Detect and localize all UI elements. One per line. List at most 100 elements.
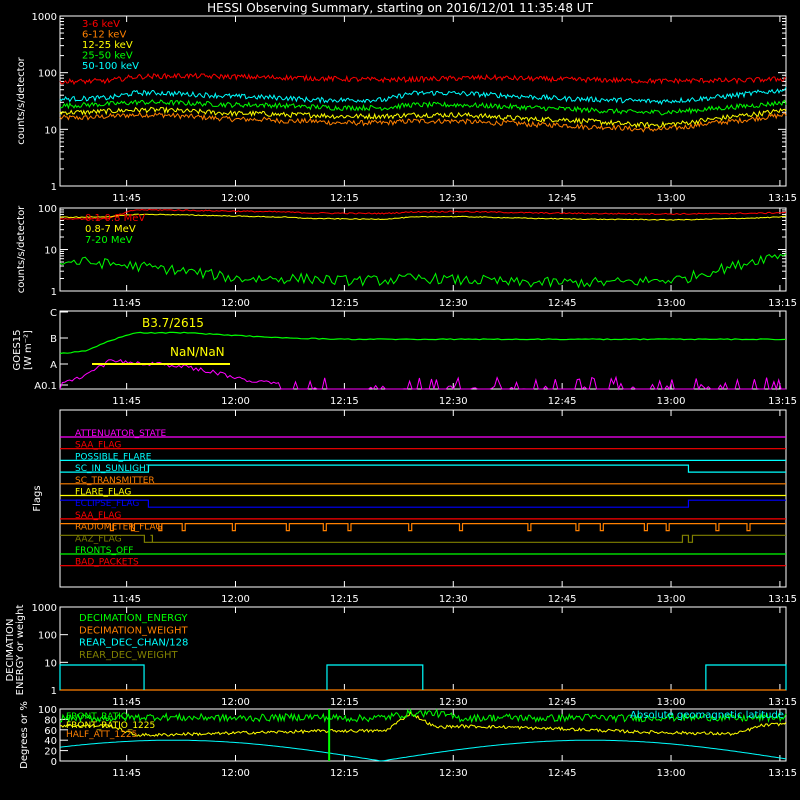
y-tick-label: 10 [44,246,57,257]
y-tick-label: 1 [51,287,57,298]
flag-label: FLARE_FLAG [75,488,131,498]
y-axis-label: counts/s/detector [16,205,27,293]
y-tick-label: 60 [44,726,57,737]
x-tick-label: 11:45 [112,697,141,708]
x-tick-label: 13:15 [768,768,797,779]
legend-entry: 7-20 MeV [85,235,133,246]
flag-label: ECLIPSE_FLAG [75,499,139,509]
x-tick-label: 11:45 [112,768,141,779]
y-tick-label: 20 [44,747,57,758]
x-tick-label: 12:30 [439,768,468,779]
flag-label: FRONTS_OFF [75,546,133,556]
x-tick-label: 12:15 [330,396,359,407]
x-tick-label: 12:30 [439,298,468,309]
y-tick-label: 100 [38,69,57,80]
flag-label: BAD_PACKETS [75,558,139,568]
legend-entry: 25-50 keV [82,51,133,62]
y-tick-label: 10 [44,125,57,136]
y-tick-label: B [50,334,57,345]
flag-label: ATTENUATOR_STATE [75,429,167,439]
x-tick-label: 12:30 [439,193,468,204]
x-tick-label: 13:00 [657,396,686,407]
legend-entry: DECIMATION_ENERGY [79,613,188,624]
y-tick-label: 80 [44,715,57,726]
flag-label: SC_TRANSMITTER [75,476,155,486]
goes-ratio-annotation: NaN/NaN [170,345,225,359]
x-tick-label: 12:15 [330,193,359,204]
flag-label: RADIOMETER_FLAG [75,523,162,533]
legend-entry: HALF_ATT_1225 [66,730,137,740]
x-tick-label: 13:15 [768,193,797,204]
goes-class-annotation: B3.7/2615 [142,316,204,330]
x-tick-label: 12:00 [221,396,250,407]
x-tick-label: 12:30 [439,594,468,605]
x-tick-label: 12:45 [548,594,577,605]
x-tick-label: 13:15 [768,298,797,309]
legend-entry: 0.8-7 MeV [85,224,136,235]
y-tick-label: 1 [51,686,57,697]
legend-entry: 3-6 keV [82,19,120,30]
y-tick-label: A [50,360,57,371]
y-tick-label: 0 [51,757,57,768]
x-tick-label: 11:45 [112,594,141,605]
x-tick-label: 12:00 [221,298,250,309]
flag-label: POSSIBLE_FLARE [75,452,152,462]
x-tick-label: 12:15 [330,697,359,708]
y-tick-label: 1000 [32,12,57,23]
x-tick-label: 12:30 [439,396,468,407]
y-tick-label: 1000 [32,603,57,614]
x-tick-label: 12:15 [330,768,359,779]
x-tick-label: 13:00 [657,768,686,779]
geomagnetic-annotation: Absolute geomagnetic latitude [630,710,784,721]
y-tick-label: 10 [44,658,57,669]
x-tick-label: 12:45 [548,697,577,708]
y-tick-label: 100 [38,631,57,642]
flag-label: SAA_FLAG [75,511,121,521]
legend-entry: REAR_DEC_WEIGHT [79,650,178,661]
legend-entry: DECIMATION_WEIGHT [79,625,188,636]
legend-entry: 6-12 keV [82,30,126,41]
y-axis-label-2: ENERGY or weight [15,605,26,696]
x-tick-label: 12:15 [330,594,359,605]
x-tick-label: 12:00 [221,697,250,708]
flag-label: AAZ_FLAG [75,534,122,544]
x-tick-label: 11:45 [112,193,141,204]
x-tick-label: 12:45 [548,298,577,309]
y-tick-label: 40 [44,736,57,747]
x-tick-label: 12:00 [221,193,250,204]
y-tick-label: 100 [38,705,57,716]
y-tick-label: C [50,308,57,319]
x-tick-label: 11:45 [112,396,141,407]
x-tick-label: 12:00 [221,768,250,779]
flag-label: SAA_FLAG [75,441,121,451]
x-tick-label: 13:15 [768,396,797,407]
x-tick-label: 12:45 [548,193,577,204]
y-axis-unit-label: [W m⁻²] [23,330,34,370]
x-tick-label: 13:00 [657,697,686,708]
x-tick-label: 12:30 [439,697,468,708]
x-tick-label: 13:15 [768,594,797,605]
x-tick-label: 11:45 [112,298,141,309]
x-tick-label: 12:15 [330,298,359,309]
figure-title: HESSI Observing Summary, starting on 201… [207,1,593,15]
x-tick-label: 13:15 [768,697,797,708]
x-tick-label: 12:45 [548,768,577,779]
x-tick-label: 12:00 [221,594,250,605]
legend-entry: 50-100 keV [82,61,139,72]
x-tick-label: 12:45 [548,396,577,407]
legend-entry: 0.1-0.8 MeV [85,213,145,224]
x-tick-label: 13:00 [657,594,686,605]
y-axis-label: counts/s/detector [16,56,27,144]
x-tick-label: 13:00 [657,193,686,204]
x-tick-label: 13:00 [657,298,686,309]
y-axis-label: Flags [32,485,43,511]
flag-label: SC_IN_SUNLIGHT [75,464,152,474]
y-tick-label: A0.1 [34,381,57,392]
y-axis-label: GOES15 [12,329,23,370]
y-tick-label: 1 [51,182,57,193]
observing-summary-figure: HESSI Observing Summary, starting on 201… [0,0,800,800]
legend-entry: REAR_DEC_CHAN/128 [79,638,188,649]
y-tick-label: 100 [38,204,57,215]
legend-entry: 12-25 keV [82,40,133,51]
y-axis-label: Degrees or % [19,701,30,769]
